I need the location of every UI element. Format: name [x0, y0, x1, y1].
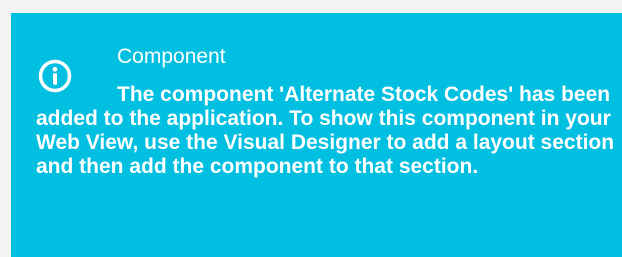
page: Component The component 'Alternate Stock… — [0, 0, 622, 257]
notification-title: Component — [117, 45, 226, 68]
notification-toast[interactable]: Component The component 'Alternate Stock… — [11, 13, 622, 257]
notification-message: The component 'Alternate Stock Codes' ha… — [36, 83, 615, 178]
